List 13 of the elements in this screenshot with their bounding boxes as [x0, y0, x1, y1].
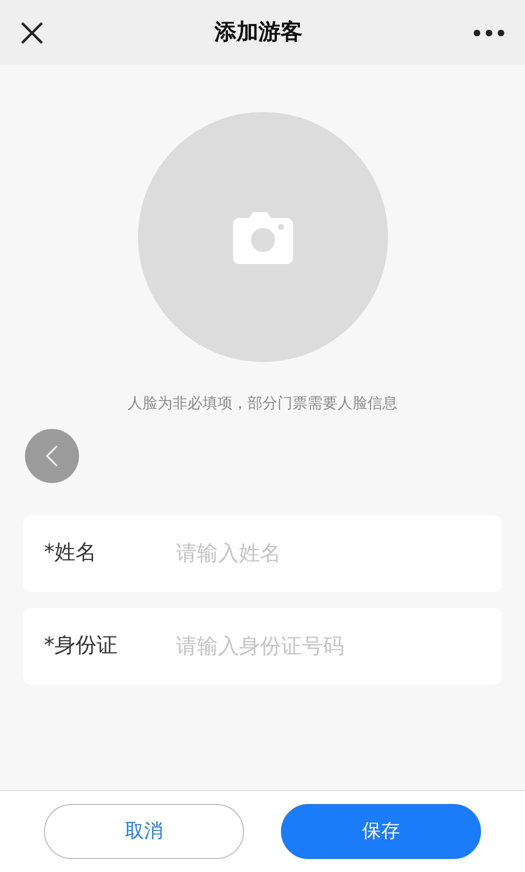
window-title: 添加游客 [214, 18, 302, 47]
back-button[interactable] [25, 428, 79, 482]
field-label: *身份证 [23, 608, 176, 684]
camera-icon [232, 210, 292, 264]
save-button[interactable]: 保存 [281, 804, 481, 859]
input-field[interactable]: 请输入姓名 [176, 514, 502, 592]
input-field[interactable]: 请输入身份证号码 [176, 608, 502, 684]
close-icon[interactable] [20, 20, 44, 44]
chevron-left-icon [46, 444, 58, 466]
cancel-button[interactable]: 取消 [44, 804, 244, 859]
photo-hint: 人脸为非必填项，部分门票需要人脸信息 [128, 393, 398, 414]
field-label: *姓名 [23, 514, 176, 592]
more-icon[interactable] [473, 28, 505, 36]
